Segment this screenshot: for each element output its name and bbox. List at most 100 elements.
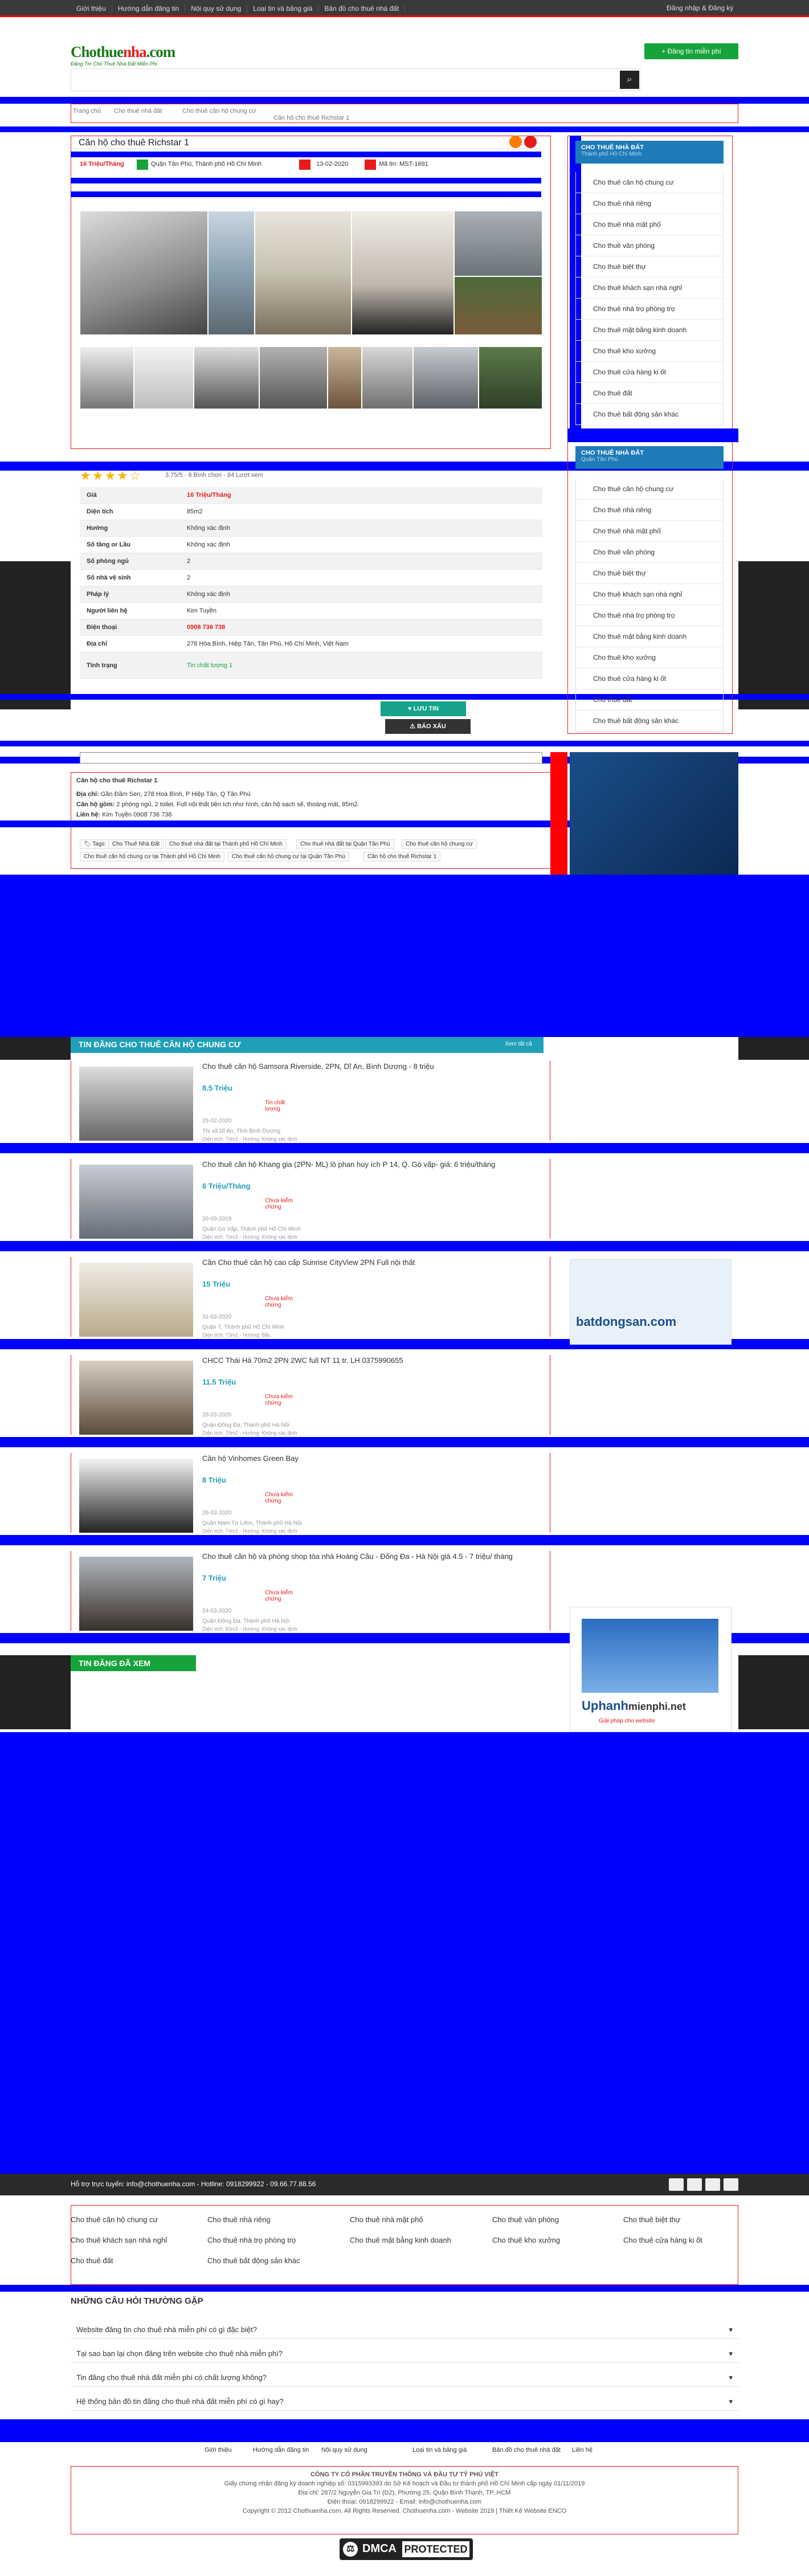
- top-menu-about[interactable]: Giới thiệu: [71, 5, 112, 13]
- detail-value[interactable]: 0908 736 738: [182, 624, 225, 631]
- banner-uphanh[interactable]: Uphanhmienphi.net Giải pháp cho website: [570, 1607, 732, 1732]
- footer-link[interactable]: Cho thuê mặt bằng kinh doanh: [350, 2236, 451, 2244]
- top-menu-pricing[interactable]: Loại tin và bảng giá: [247, 5, 319, 13]
- footer-link[interactable]: Cho thuê căn hộ chung cư: [71, 2215, 158, 2224]
- view-all-link[interactable]: Xem tất cả: [505, 1041, 532, 1047]
- listing-card[interactable]: CHCC Thái Hà 70m2 2PN 2WC full NT 11 tr.…: [71, 1355, 550, 1436]
- listing-card[interactable]: Căn hộ Vinhomes Green Bay 8 Triệu Chưa kiể…: [71, 1453, 550, 1534]
- top-menu-guide[interactable]: Hướng dẫn đăng tin: [112, 5, 186, 13]
- sidebar-link[interactable]: Cho thuê kho xưởng: [576, 341, 723, 362]
- breadcrumb-home[interactable]: Trang chủ: [73, 108, 101, 115]
- footer-link[interactable]: Cho thuê đất: [71, 2256, 113, 2265]
- gallery-photo[interactable]: [352, 211, 454, 335]
- listing-card-title[interactable]: CHCC Thái Hà 70m2 2PN 2WC full NT 11 tr.…: [202, 1356, 403, 1365]
- listing-thumb[interactable]: [79, 1263, 193, 1337]
- sidebar-link[interactable]: Cho thuê nhà mặt phố: [576, 521, 723, 542]
- footer-link[interactable]: Cho thuê cửa hàng ki ốt: [623, 2236, 702, 2244]
- bottom-link[interactable]: Nội quy sử dụng: [321, 2447, 367, 2453]
- print-icon[interactable]: [509, 136, 522, 148]
- footer-link[interactable]: Cho thuê biệt thự: [623, 2215, 681, 2224]
- sidebar-link[interactable]: Cho thuê nhà riêng: [576, 193, 723, 214]
- sidebar-link[interactable]: Cho thuê khách sạn nhà nghỉ: [576, 584, 723, 605]
- listing-thumb[interactable]: [79, 1459, 193, 1533]
- bottom-link[interactable]: Hướng dẫn đăng tin: [253, 2447, 309, 2453]
- footer-link[interactable]: Cho thuê khách sạn nhà nghỉ: [71, 2236, 167, 2244]
- gallery-photo[interactable]: [413, 346, 479, 409]
- bottom-link[interactable]: Bản đồ cho thuê nhà đất: [492, 2447, 561, 2453]
- sidebar-link[interactable]: Cho thuê kho xưởng: [576, 647, 723, 668]
- faq-item[interactable]: Website đăng tin cho thuê nhà miễn phí c…: [71, 2322, 738, 2339]
- listing-card-title[interactable]: Căn hộ Vinhomes Green Bay: [202, 1454, 299, 1463]
- sidebar-link[interactable]: Cho thuê biệt thự: [576, 563, 723, 584]
- faq-item[interactable]: Hệ thống bản đồ tin đăng cho thuê nhà đấ…: [71, 2394, 738, 2411]
- post-free-button[interactable]: + Đăng tin miễn phí: [644, 43, 738, 59]
- search-bar[interactable]: [71, 68, 640, 91]
- banner-tech[interactable]: [570, 752, 738, 875]
- footer-link[interactable]: Cho thuê nhà riêng: [207, 2215, 271, 2224]
- report-button[interactable]: ⚠ BÁO XẤU: [385, 719, 471, 734]
- facebook-icon[interactable]: [669, 2178, 684, 2191]
- footer-link[interactable]: Cho thuê bất động sản khác: [207, 2256, 300, 2265]
- listing-card[interactable]: Cho thuê căn hộ Samsora Riverside, 2PN, …: [71, 1061, 550, 1142]
- sidebar-link[interactable]: Cho thuê nhà mặt phố: [576, 214, 723, 235]
- bottom-link[interactable]: Liên hệ: [572, 2447, 593, 2453]
- gallery-photo[interactable]: [259, 346, 328, 409]
- gallery-photo[interactable]: [255, 211, 352, 335]
- sidebar-link[interactable]: Cho thuê văn phòng: [576, 542, 723, 563]
- gallery-photo[interactable]: [454, 276, 542, 335]
- listing-thumb[interactable]: [79, 1067, 193, 1141]
- footer-link[interactable]: Cho thuê nhà mặt phố: [350, 2215, 423, 2224]
- listing-card-title[interactable]: Cho thuê căn hộ và phòng shop tòa nhà Ho…: [202, 1552, 513, 1561]
- listing-card[interactable]: Cần Cho thuê căn hộ cao cấp Sunrise City…: [71, 1257, 550, 1338]
- gallery-photo[interactable]: [208, 211, 255, 335]
- tag-item[interactable]: Cho thuê căn hộ chung cư tại Quận Tân Ph…: [228, 852, 349, 862]
- youtube-icon[interactable]: [724, 2178, 738, 2191]
- top-menu-map[interactable]: Bản đồ cho thuê nhà đất: [318, 5, 406, 13]
- breadcrumb-rent[interactable]: Cho thuê nhà đất: [114, 108, 162, 115]
- gallery-photo[interactable]: [194, 346, 259, 409]
- sidebar-link[interactable]: Cho thuê căn hộ chung cư: [576, 479, 723, 500]
- rating-stars[interactable]: ★★★★☆: [80, 468, 142, 483]
- sidebar-link[interactable]: Cho thuê cửa hàng ki ốt: [576, 668, 723, 689]
- gallery-photo[interactable]: [80, 346, 134, 409]
- sidebar-link[interactable]: Cho thuê văn phòng: [576, 235, 723, 256]
- footer-link[interactable]: Cho thuê kho xưởng: [492, 2236, 560, 2244]
- sidebar-link[interactable]: Cho thuê nhà riêng: [576, 500, 723, 521]
- bottom-link[interactable]: Giới thiệu: [205, 2447, 232, 2453]
- sidebar-link[interactable]: Cho thuê đất: [576, 689, 723, 711]
- gallery-photo[interactable]: [328, 346, 362, 409]
- listing-thumb[interactable]: [79, 1557, 193, 1631]
- photo-gallery[interactable]: [80, 211, 542, 422]
- tag-item[interactable]: Cho Thuê Nhà Đất: [108, 839, 164, 849]
- site-logo[interactable]: Chothuenha.com Đăng Tin Cho Thuê Nhà Đất…: [71, 43, 190, 72]
- gallery-photo[interactable]: [479, 346, 542, 409]
- banner-batdongsan[interactable]: batdongsan.com: [570, 1259, 732, 1345]
- listing-card[interactable]: Cho thuê căn hộ Khang gia (2PN- ML) lô p…: [71, 1159, 550, 1240]
- sidebar-link[interactable]: Cho thuê bất động sản khác: [576, 404, 723, 425]
- footer-link[interactable]: Cho thuê nhà trọ phòng trọ: [207, 2236, 296, 2244]
- sidebar-link[interactable]: Cho thuê cửa hàng ki ốt: [576, 362, 723, 383]
- faq-item[interactable]: Tin đăng cho thuê nhà đất miễn phí có ch…: [71, 2370, 738, 2387]
- listing-thumb[interactable]: [79, 1361, 193, 1435]
- gallery-photo[interactable]: [454, 211, 542, 276]
- listing-thumb[interactable]: [79, 1165, 193, 1239]
- twitter-icon[interactable]: [705, 2178, 720, 2191]
- listing-card-title[interactable]: Cho thuê căn hộ Khang gia (2PN- ML) lô p…: [202, 1160, 495, 1169]
- sidebar-link[interactable]: Cho thuê bất động sản khác: [576, 711, 723, 732]
- gallery-photo[interactable]: [362, 346, 413, 409]
- comment-box[interactable]: [80, 752, 542, 764]
- save-listing-button[interactable]: ♥ LƯU TIN: [381, 701, 466, 716]
- tag-item[interactable]: Căn hộ cho thuê Richstar 1: [363, 852, 441, 862]
- share-icon[interactable]: [524, 136, 537, 148]
- gallery-photo[interactable]: [80, 211, 208, 335]
- faq-item[interactable]: Tại sao bạn lại chọn đăng trên website c…: [71, 2346, 738, 2363]
- sidebar-link[interactable]: Cho thuê biệt thự: [576, 256, 723, 277]
- footer-link[interactable]: Cho thuê văn phòng: [492, 2215, 559, 2224]
- breadcrumb-apartment[interactable]: Cho thuê căn hộ chung cư: [182, 108, 256, 115]
- gallery-photo[interactable]: [134, 346, 194, 409]
- dmca-badge[interactable]: ⚖ DMCA PROTECTED: [340, 2538, 473, 2560]
- google-icon[interactable]: [687, 2178, 702, 2191]
- tag-item[interactable]: Cho thuê nhà đất tại Quận Tân Phú: [296, 839, 394, 849]
- sidebar-link[interactable]: Cho thuê đất: [576, 383, 723, 404]
- sidebar-link[interactable]: Cho thuê khách sạn nhà nghỉ: [576, 277, 723, 299]
